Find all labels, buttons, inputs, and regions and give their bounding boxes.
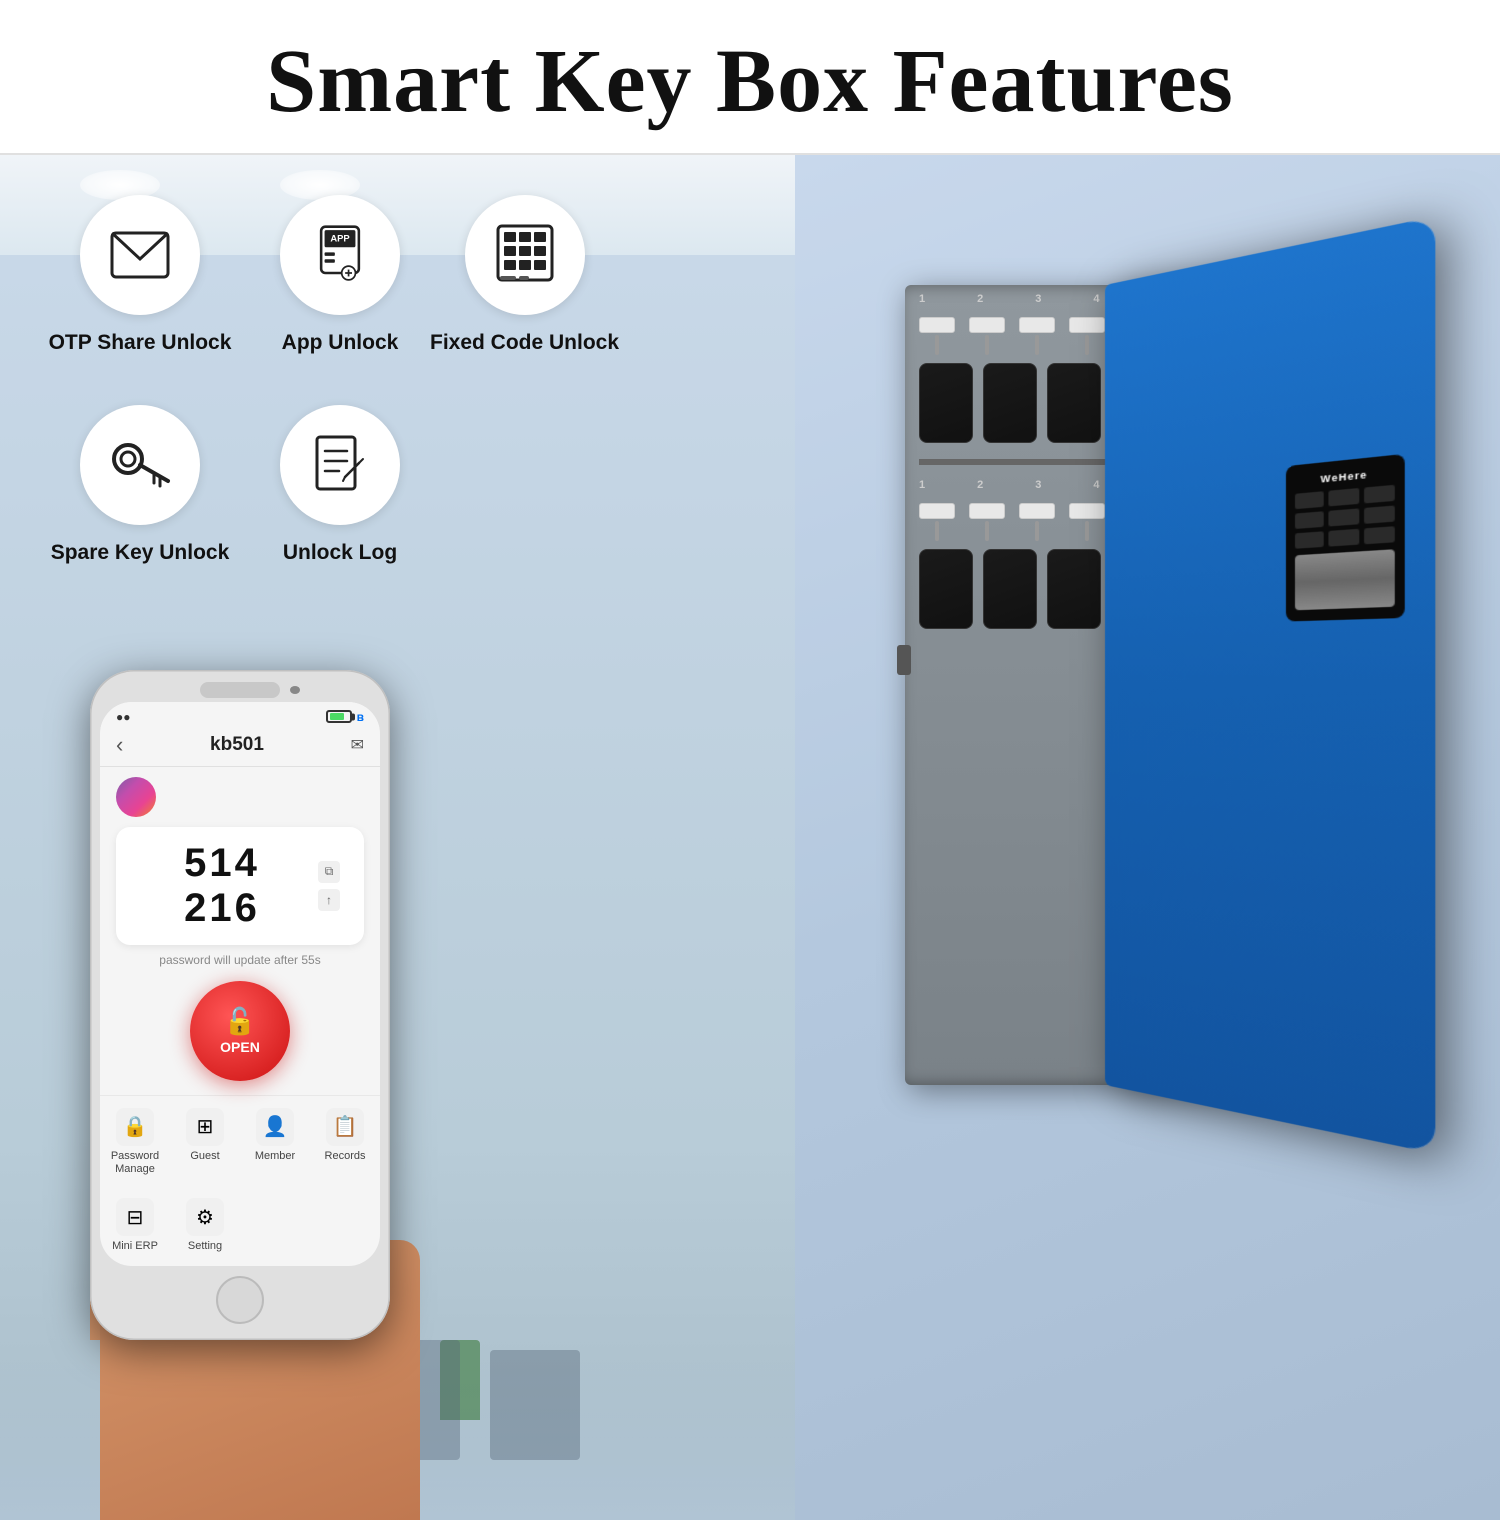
unlock-log-label: Unlock Log	[283, 541, 397, 565]
avatar	[116, 777, 156, 817]
menu-guest[interactable]: ⊞ Guest	[170, 1100, 240, 1182]
open-button[interactable]: 🔓 OPEN	[190, 981, 290, 1081]
menu-setting[interactable]: ⚙ Setting	[170, 1190, 240, 1258]
page-title: Smart Key Box Features	[0, 30, 1500, 133]
fixed-code-label: Fixed Code Unlock	[430, 331, 619, 355]
fixed-code-feature: Fixed Code Unlock	[430, 195, 619, 355]
feature-spare-key: Spare Key Unlock	[50, 405, 230, 565]
app-header: ‹ kb501 ✉	[100, 728, 380, 767]
menu-mini-erp[interactable]: ⊟ Mini ERP	[100, 1190, 170, 1258]
app-icon: APP	[312, 225, 368, 285]
left-panel: OTP Share Unlock APP	[0, 155, 795, 1520]
features-grid: OTP Share Unlock APP	[50, 195, 420, 565]
otp-label: OTP Share Unlock	[49, 331, 232, 355]
otp-code: 514 216	[140, 841, 304, 931]
cabinet-door: WeHere	[1105, 216, 1435, 1153]
unlock-log-icon-circle	[280, 405, 400, 525]
page-header: Smart Key Box Features	[0, 0, 1500, 155]
app-menu-row2: ⊟ Mini ERP ⚙ Setting	[100, 1186, 380, 1266]
app-label: App Unlock	[282, 331, 399, 355]
email-icon	[110, 231, 170, 279]
phone-with-hand: ●● ʙ ‹	[80, 670, 390, 1520]
keypad-brand-label: WeHere	[1295, 466, 1395, 487]
menu-records[interactable]: 📋 Records	[310, 1100, 380, 1182]
app-icon-circle: APP	[280, 195, 400, 315]
spare-key-icon-circle	[80, 405, 200, 525]
home-button[interactable]	[216, 1276, 264, 1324]
open-label: OPEN	[220, 1039, 260, 1055]
key-cabinet: 1 2 3 4 5	[845, 235, 1445, 1335]
keypad-icon	[496, 224, 554, 286]
svg-text:APP: APP	[330, 232, 349, 243]
feature-unlock-log: Unlock Log	[260, 405, 420, 565]
spare-key-label: Spare Key Unlock	[51, 541, 230, 565]
app-menu-row1: 🔒 PasswordManage ⊞ Guest 👤 Member	[100, 1095, 380, 1186]
device-name: kb501	[210, 734, 264, 756]
document-icon	[313, 433, 367, 497]
phone-mockup: ●● ʙ ‹	[90, 670, 390, 1340]
feature-app: APP App Unlock	[260, 195, 420, 355]
feature-otp: OTP Share Unlock	[50, 195, 230, 355]
right-panel: 1 2 3 4 5	[795, 155, 1500, 1520]
menu-member[interactable]: 👤 Member	[240, 1100, 310, 1182]
phone-screen: ●● ʙ ‹	[100, 702, 380, 1266]
key-icon	[106, 431, 174, 499]
status-bar: ●● ʙ	[100, 702, 380, 728]
menu-password[interactable]: 🔒 PasswordManage	[100, 1100, 170, 1182]
fixed-code-icon-circle	[465, 195, 585, 315]
otp-icon-circle	[80, 195, 200, 315]
main-content: OTP Share Unlock APP	[0, 155, 1500, 1520]
keypad-device: WeHere	[1286, 454, 1405, 622]
otp-display: 514 216 ⧉ ↑ password will update after 5…	[100, 821, 380, 971]
otp-update-text: password will update after 55s	[159, 953, 320, 967]
